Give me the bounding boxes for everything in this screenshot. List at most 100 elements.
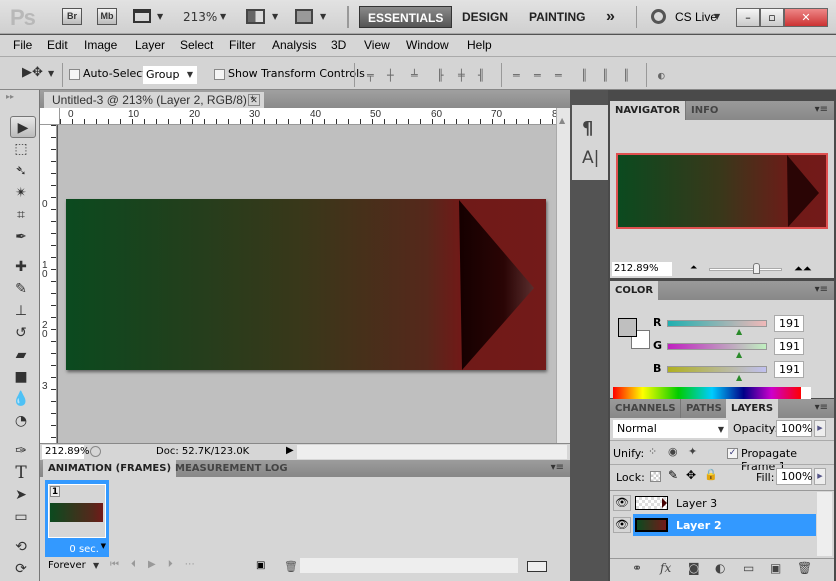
launch-mini-bridge-button[interactable]: Mb xyxy=(97,8,117,25)
zoom-slider[interactable] xyxy=(709,268,782,271)
next-frame-icon[interactable]: ⏵ xyxy=(168,559,185,570)
menu-image[interactable]: Image xyxy=(84,38,117,52)
layers-scrollbar[interactable] xyxy=(817,492,832,556)
arrow-shape-artwork[interactable] xyxy=(459,200,534,370)
foreground-color-swatch[interactable] xyxy=(618,318,637,337)
opacity-slider-arrow-icon[interactable]: ▶ xyxy=(814,420,826,437)
loop-options[interactable]: Forever xyxy=(48,560,86,571)
distribute-left-icon[interactable]: ║ xyxy=(581,69,588,82)
tab-channels[interactable]: CHANNELS xyxy=(610,399,681,418)
panel-menu-icon[interactable]: ▾≡ xyxy=(815,104,828,115)
add-mask-icon[interactable]: ◙ xyxy=(688,561,700,575)
unify-position-icon[interactable]: ⁘ xyxy=(648,445,657,458)
animation-frame[interactable]: 1 0 sec. ▼ xyxy=(45,480,109,557)
red-slider[interactable] xyxy=(667,320,767,327)
visibility-eye-icon[interactable]: 👁 xyxy=(613,495,631,511)
delete-layer-icon[interactable]: 🗑 xyxy=(797,561,812,575)
document-tab[interactable]: Untitled-3 @ 213% (Layer 2, RGB/8) * ✕ xyxy=(44,92,264,108)
new-group-icon[interactable]: ▭ xyxy=(743,561,754,575)
red-slider-thumb[interactable]: ▲ xyxy=(736,327,742,336)
arrange-documents-icon[interactable] xyxy=(246,9,265,24)
layer-name[interactable]: Layer 2 xyxy=(676,519,722,532)
align-vertical-center-icon[interactable]: ┼ xyxy=(387,69,394,82)
vertical-scrollbar[interactable]: ▲ xyxy=(556,108,570,443)
animation-scrollbar[interactable] xyxy=(300,558,518,573)
chevron-down-icon[interactable]: ▼ xyxy=(48,69,54,78)
distribute-top-icon[interactable]: ═ xyxy=(513,69,520,82)
menu-analysis[interactable]: Analysis xyxy=(272,38,317,52)
chevron-down-icon[interactable]: ▼ xyxy=(93,561,99,570)
workspace-essentials[interactable]: ESSENTIALS xyxy=(359,6,453,28)
lasso-icon[interactable]: ➴ xyxy=(8,160,34,182)
minimize-button[interactable]: – xyxy=(736,8,760,27)
pen-icon[interactable]: ✑ xyxy=(8,440,34,462)
blue-slider[interactable] xyxy=(667,366,767,373)
panel-menu-icon[interactable]: ▾≡ xyxy=(815,402,828,413)
menu-edit[interactable]: Edit xyxy=(47,38,68,52)
unify-style-icon[interactable]: ✦ xyxy=(688,445,697,458)
panel-menu-icon[interactable]: ▾≡ xyxy=(551,462,564,473)
view-extras-icon[interactable] xyxy=(133,9,151,23)
magic-wand-icon[interactable]: ✴ xyxy=(8,182,34,204)
layer-name[interactable]: Layer 3 xyxy=(676,497,717,510)
cs-live-icon[interactable] xyxy=(651,9,666,24)
layer-row[interactable]: 👁 Layer 2 xyxy=(610,514,816,536)
menu-layer[interactable]: Layer xyxy=(135,38,165,52)
gradient-icon[interactable]: ■ xyxy=(8,366,34,388)
distribute-right-icon[interactable]: ║ xyxy=(623,69,630,82)
status-menu-arrow-icon[interactable]: ▶ xyxy=(286,445,294,456)
cs-live-button[interactable]: CS Live xyxy=(675,10,717,24)
zoom-out-icon[interactable]: ⏶ xyxy=(690,263,697,273)
distribute-horizontal-center-icon[interactable]: ║ xyxy=(602,69,609,82)
align-horizontal-center-icon[interactable]: ╪ xyxy=(458,69,465,82)
auto-select-checkbox[interactable] xyxy=(69,67,80,80)
tab-animation-frames[interactable]: ANIMATION (FRAMES) xyxy=(43,460,177,477)
convert-to-timeline-icon[interactable] xyxy=(527,561,547,572)
rectangular-marquee-icon[interactable]: ⬚ xyxy=(8,138,34,160)
menu-file[interactable]: File xyxy=(13,38,32,52)
ruler-origin[interactable] xyxy=(40,108,60,125)
adjustment-layer-icon[interactable]: ◐ xyxy=(715,561,725,575)
lock-pixels-icon[interactable]: ✎ xyxy=(668,468,678,482)
menu-filter[interactable]: Filter xyxy=(229,38,256,52)
first-frame-icon[interactable]: ⏮ xyxy=(110,559,131,570)
status-zoom-field[interactable]: 212.89% xyxy=(42,445,90,459)
visibility-eye-icon[interactable]: 👁 xyxy=(613,517,631,533)
spot-healing-icon[interactable]: ✚ xyxy=(8,256,34,278)
layer-style-icon[interactable]: fx xyxy=(660,561,671,575)
scroll-up-icon[interactable]: ▲ xyxy=(559,116,565,125)
menu-help[interactable]: Help xyxy=(467,38,492,52)
align-left-icon[interactable]: ╟ xyxy=(437,69,444,82)
lock-transparent-icon[interactable] xyxy=(650,471,661,482)
blue-slider-thumb[interactable]: ▲ xyxy=(736,373,742,382)
show-transform-checkbox[interactable] xyxy=(214,67,225,80)
lock-all-icon[interactable]: 🔒 xyxy=(704,468,718,481)
workspace-painting[interactable]: PAINTING xyxy=(529,6,585,28)
zoom-level[interactable]: 213% xyxy=(183,10,217,24)
launch-bridge-button[interactable]: Br xyxy=(62,8,82,25)
play-icon[interactable]: ▶ xyxy=(148,559,168,570)
eyedropper-icon[interactable]: ✒ xyxy=(8,226,34,248)
propagate-checkbox[interactable]: ✓ xyxy=(727,446,738,459)
distribute-vertical-center-icon[interactable]: ═ xyxy=(534,69,541,82)
3d-camera-icon[interactable]: ⟳ xyxy=(8,558,34,580)
chevron-down-icon[interactable]: ▼ xyxy=(157,12,163,21)
dodge-icon[interactable]: ◔ xyxy=(8,410,34,432)
auto-align-layers-icon[interactable]: ◐ xyxy=(658,69,665,82)
distribute-bottom-icon[interactable]: ═ xyxy=(555,69,562,82)
type-icon[interactable]: T xyxy=(8,462,34,484)
red-value-field[interactable]: 191 xyxy=(774,315,804,332)
screen-mode-icon[interactable] xyxy=(295,9,313,24)
new-layer-icon[interactable]: ▣ xyxy=(770,561,781,575)
3d-rotate-icon[interactable]: ⟲ xyxy=(8,536,34,558)
frame-delay[interactable]: 0 sec. xyxy=(69,544,99,555)
fill-slider-arrow-icon[interactable]: ▶ xyxy=(814,468,826,485)
rectangle-shape-icon[interactable]: ▭ xyxy=(8,506,34,528)
tab-navigator[interactable]: NAVIGATOR xyxy=(610,101,686,120)
auto-select-dropdown[interactable]: Group ▼ xyxy=(143,66,197,84)
close-button[interactable]: ✕ xyxy=(784,8,828,27)
duplicate-frame-icon[interactable]: ▣ xyxy=(256,560,265,571)
navigator-preview[interactable] xyxy=(616,153,828,229)
tab-layers[interactable]: LAYERS xyxy=(726,399,779,418)
menu-view[interactable]: View xyxy=(364,38,390,52)
